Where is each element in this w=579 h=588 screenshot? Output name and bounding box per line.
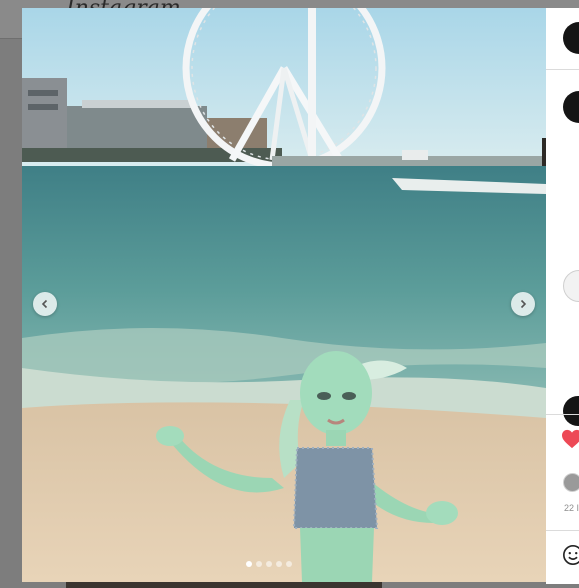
carousel-dot: [246, 561, 252, 567]
carousel-dot: [266, 561, 272, 567]
post-photo: [22, 8, 546, 582]
comment-avatar[interactable]: [563, 396, 579, 426]
next-button[interactable]: [511, 292, 535, 316]
caption-avatar[interactable]: [563, 91, 579, 123]
liker-avatar[interactable]: [563, 473, 579, 492]
actions-divider: [546, 414, 579, 415]
carousel-dot: [276, 561, 282, 567]
chevron-right-icon: [520, 299, 527, 309]
carousel-dot: [256, 561, 262, 567]
post-date: 22 I: [564, 503, 579, 513]
carousel-indicator: [246, 561, 292, 567]
header-divider: [546, 69, 579, 70]
post-sidebar: 22 I: [546, 8, 579, 584]
emoji-icon[interactable]: [562, 544, 579, 566]
carousel-dot: [286, 561, 292, 567]
heart-filled-icon[interactable]: [561, 429, 579, 449]
post-media[interactable]: [22, 8, 546, 582]
comment-box-divider: [546, 530, 579, 531]
comment-avatar[interactable]: [563, 270, 579, 302]
chevron-left-icon: [41, 299, 48, 309]
previous-button[interactable]: [33, 292, 57, 316]
author-avatar[interactable]: [563, 22, 579, 54]
